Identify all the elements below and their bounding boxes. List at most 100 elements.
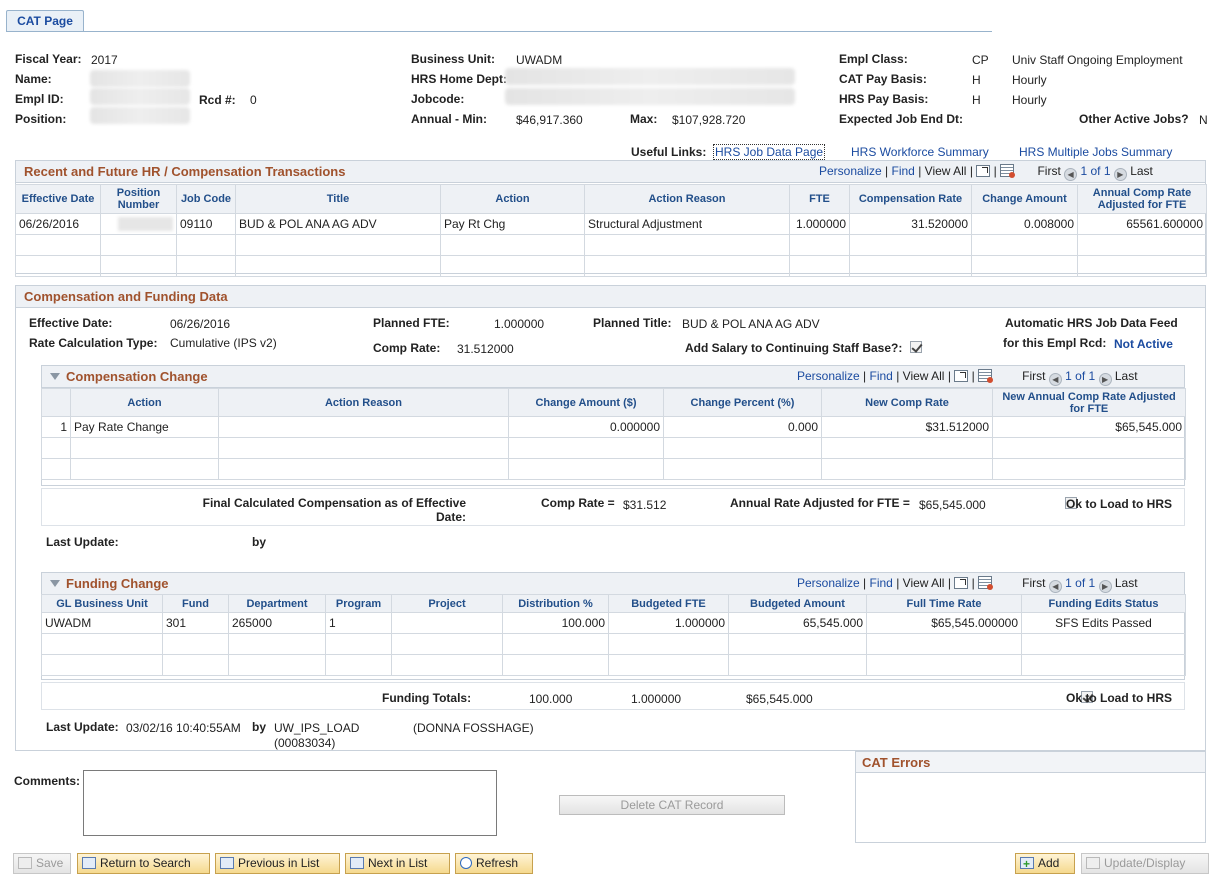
final-annual-value: $65,545.000: [919, 498, 986, 512]
next-icon[interactable]: ▶: [1113, 168, 1127, 181]
zoom-icon[interactable]: [954, 370, 969, 382]
auto-feed-status[interactable]: Not Active: [1114, 337, 1173, 351]
col-action[interactable]: Action: [70, 388, 219, 417]
next-in-list-button[interactable]: Next in List: [345, 853, 450, 874]
previous-icon[interactable]: ◀: [1048, 373, 1062, 386]
col-position-number[interactable]: Position Number: [100, 184, 177, 214]
table-row: 06/26/2016 09110 BUD & POL ANA AG ADV Pa…: [15, 213, 1207, 235]
add-button[interactable]: Add: [1015, 853, 1075, 874]
zoom-icon[interactable]: [954, 577, 969, 589]
table-row-empty: [41, 458, 1186, 480]
col-program[interactable]: Program: [325, 594, 392, 613]
download-spreadsheet-icon[interactable]: [978, 369, 994, 383]
cell: 1: [325, 612, 392, 634]
col-project[interactable]: Project: [391, 594, 503, 613]
link-hrs-job-data[interactable]: HRS Job Data Page: [713, 144, 826, 160]
previous-in-list-button[interactable]: Previous in List: [215, 853, 340, 874]
view-all-link[interactable]: View All: [903, 576, 945, 590]
col-budgeted-fte[interactable]: Budgeted FTE: [608, 594, 729, 613]
comp-funding-title: Compensation and Funding Data: [24, 289, 228, 304]
next-icon[interactable]: ▶: [1098, 373, 1112, 386]
last-link[interactable]: Last: [1115, 576, 1138, 590]
view-all-link[interactable]: View All: [925, 164, 967, 178]
comp-change-table: Action Action Reason Change Amount ($) C…: [41, 388, 1186, 480]
col-new-annual-comp-rate[interactable]: New Annual Comp Rate Adjusted for FTE: [992, 388, 1186, 417]
save-button[interactable]: Save: [13, 853, 71, 874]
zoom-icon[interactable]: [976, 165, 991, 177]
add-salary-checkbox[interactable]: [910, 341, 922, 353]
col-change-amount[interactable]: Change Amount: [971, 184, 1078, 214]
first-link[interactable]: First: [1022, 369, 1045, 383]
collapse-icon[interactable]: [50, 580, 60, 587]
last-link[interactable]: Last: [1130, 164, 1153, 178]
personalize-link[interactable]: Personalize: [819, 164, 882, 178]
link-hrs-workforce-summary[interactable]: HRS Workforce Summary: [851, 145, 989, 159]
first-link[interactable]: First: [1022, 576, 1045, 590]
col-action-reason[interactable]: Action Reason: [218, 388, 509, 417]
col-fte[interactable]: FTE: [789, 184, 850, 214]
fiscal-year-label: Fiscal Year:: [15, 52, 82, 66]
col-compensation-rate[interactable]: Compensation Rate: [849, 184, 972, 214]
previous-icon[interactable]: ◀: [1048, 580, 1062, 593]
col-change-percent[interactable]: Change Percent (%): [663, 388, 822, 417]
empl-class-desc: Univ Staff Ongoing Employment: [1012, 53, 1183, 67]
col-funding-edits-status[interactable]: Funding Edits Status: [1021, 594, 1186, 613]
funding-by-user: UW_IPS_LOAD: [274, 721, 360, 735]
personalize-link[interactable]: Personalize: [797, 369, 860, 383]
view-all-link[interactable]: View All: [903, 369, 945, 383]
comp-change-header-row: Action Action Reason Change Amount ($) C…: [41, 388, 1186, 417]
download-spreadsheet-icon[interactable]: [1000, 164, 1016, 178]
refresh-button[interactable]: Refresh: [455, 853, 533, 874]
other-active-jobs-value: N: [1199, 113, 1208, 127]
cell: 1.000000: [608, 612, 729, 634]
col-full-time-rate[interactable]: Full Time Rate: [866, 594, 1022, 613]
col-distribution[interactable]: Distribution %: [502, 594, 609, 613]
last-link[interactable]: Last: [1115, 369, 1138, 383]
cell: [391, 612, 503, 634]
cat-pay-basis-desc: Hourly: [1012, 73, 1047, 87]
comments-textarea[interactable]: [83, 770, 497, 836]
col-action-reason[interactable]: Action Reason: [584, 184, 790, 214]
find-link[interactable]: Find: [892, 164, 915, 178]
col-annual-comp-rate[interactable]: Annual Comp Rate Adjusted for FTE: [1077, 184, 1207, 214]
col-department[interactable]: Department: [228, 594, 326, 613]
cell: $31.512000: [821, 416, 993, 438]
update-display-button[interactable]: Update/Display: [1081, 853, 1209, 874]
col-gl-business-unit[interactable]: GL Business Unit: [41, 594, 163, 613]
find-link[interactable]: Find: [870, 369, 893, 383]
funding-ok-load-label: Ok to Load to HRS: [1066, 691, 1172, 705]
col-action[interactable]: Action: [440, 184, 585, 214]
tab-cat-page[interactable]: CAT Page: [6, 10, 84, 32]
next-icon[interactable]: ▶: [1098, 580, 1112, 593]
comp-change-title[interactable]: Compensation Change: [50, 369, 208, 384]
transactions-header: Recent and Future HR / Compensation Tran…: [16, 161, 1205, 183]
col-job-code[interactable]: Job Code: [176, 184, 236, 214]
first-link[interactable]: First: [1037, 164, 1060, 178]
nav-sep: |: [885, 164, 889, 178]
delete-cat-record-button[interactable]: Delete CAT Record: [559, 795, 785, 815]
previous-icon[interactable]: ◀: [1064, 168, 1078, 181]
cell: SFS Edits Passed: [1021, 612, 1186, 634]
rcd-value: 0: [250, 93, 257, 107]
funding-change-title[interactable]: Funding Change: [50, 576, 169, 591]
personalize-link[interactable]: Personalize: [797, 576, 860, 590]
cell: 31.520000: [849, 213, 972, 235]
col-effective-date[interactable]: Effective Date: [15, 184, 101, 214]
funding-totals-dist: 100.000: [529, 692, 573, 706]
download-spreadsheet-icon[interactable]: [978, 576, 994, 590]
cell: 06/26/2016: [15, 213, 101, 235]
col-budgeted-amount[interactable]: Budgeted Amount: [728, 594, 867, 613]
collapse-icon[interactable]: [50, 373, 60, 380]
col-change-amount[interactable]: Change Amount ($): [508, 388, 664, 417]
comp-rate-value: 31.512000: [457, 342, 514, 356]
col-fund[interactable]: Fund: [162, 594, 229, 613]
col-new-comp-rate[interactable]: New Comp Rate: [821, 388, 993, 417]
find-link[interactable]: Find: [870, 576, 893, 590]
col-title[interactable]: Title: [235, 184, 441, 214]
cat-errors-title: CAT Errors: [862, 755, 931, 770]
final-comp-label: Final Calculated Compensation as of Effe…: [202, 496, 466, 524]
return-to-search-button[interactable]: Return to Search: [77, 853, 210, 874]
transactions-table: Effective Date Position Number Job Code …: [15, 184, 1207, 277]
link-hrs-multiple-jobs[interactable]: HRS Multiple Jobs Summary: [1019, 145, 1172, 159]
cell: 0.000: [663, 416, 822, 438]
